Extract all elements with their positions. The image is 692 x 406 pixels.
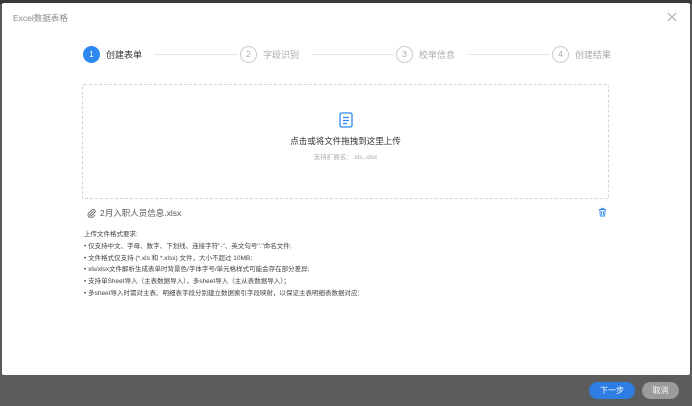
close-icon[interactable] — [666, 11, 678, 23]
step-label: 创建结果 — [575, 49, 612, 60]
requirement-item: • 支持单Sheet导入（主表数据导入），多sheet导入（主从表数据导入）； — [84, 278, 290, 286]
step-connector — [312, 54, 394, 55]
dialog-title: Excel数据表格 — [13, 13, 68, 23]
cancel-button[interactable]: 取消 — [642, 382, 679, 399]
step-indicator: 1 创建表单 2 字段识别 3 校举信息 4 创建结果 — [82, 43, 614, 65]
requirement-item: • xls/xlsx文件解析生成表单时背景色/字体字号/单元格样式可能会存在部分… — [84, 266, 310, 274]
step-label: 创建表单 — [106, 49, 143, 60]
document-icon — [339, 112, 353, 128]
upload-dropzone[interactable]: 点击或将文件拖拽到这里上传 支持扩展名：.xls,.xlsx — [82, 84, 609, 199]
requirement-item: • 多sheet导入时需对主表、明细表字段分别建立数据索引字段映射，以保证主表明… — [84, 289, 360, 297]
requirement-item: • 仅支持中文、字母、数字、下划线、连接字符"-"、英文句号"."命名文件; — [84, 242, 292, 250]
step-number: 1 — [83, 45, 100, 63]
next-step-button[interactable]: 下一步 — [589, 382, 635, 399]
upload-extension-hint: 支持扩展名：.xls,.xlsx — [313, 154, 378, 161]
step-connector — [468, 54, 550, 55]
file-requirements: 上传文件格式要求: • 仅支持中文、字母、数字、下划线、连接字符"-"、英文句号… — [84, 229, 604, 300]
step-1: 1 创建表单 — [83, 43, 142, 65]
file-name[interactable]: 2月入职人员信息.xlsx — [100, 207, 181, 219]
step-label: 校举信息 — [419, 49, 456, 60]
upload-instruction: 点击或将文件拖拽到这里上传 — [290, 136, 401, 146]
step-number: 4 — [552, 45, 569, 63]
step-number: 2 — [240, 45, 257, 63]
requirements-title: 上传文件格式要求: — [84, 231, 138, 238]
step-4: 4 创建结果 — [552, 43, 611, 65]
step-3: 3 校举信息 — [396, 43, 455, 65]
paperclip-icon — [87, 208, 96, 218]
trash-icon[interactable] — [598, 207, 607, 217]
requirement-item: • 文件格式仅支持 (*.xls 和 *.xlsx) 文件，大小不超过 10MB… — [84, 254, 253, 262]
step-connector — [154, 54, 238, 55]
step-number: 3 — [396, 45, 413, 63]
step-2: 2 字段识别 — [240, 43, 299, 65]
step-label: 字段识别 — [263, 49, 300, 60]
uploaded-file-item: 2月入职人员信息.xlsx — [87, 207, 607, 220]
